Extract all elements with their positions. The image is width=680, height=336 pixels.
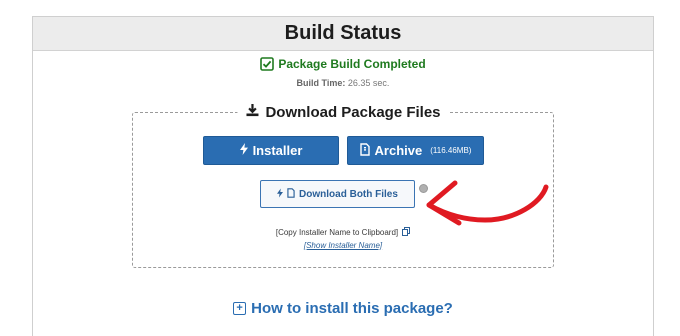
panel-header: Build Status	[33, 17, 653, 51]
download-legend-text: Download Package Files	[265, 103, 441, 121]
copy-installer-name-text: [Copy Installer Name to Clipboard]	[275, 228, 399, 237]
check-square-icon	[260, 57, 275, 71]
download-icon	[245, 103, 259, 121]
help-icon[interactable]	[419, 184, 428, 193]
download-both-button[interactable]: Download Both Files	[260, 180, 415, 208]
file-zip-icon	[287, 187, 295, 201]
installer-button-label: Installer	[252, 143, 303, 158]
bolt-icon	[239, 143, 248, 158]
build-time-value: 26.35 sec.	[347, 78, 390, 88]
file-zip-icon	[359, 142, 370, 159]
installer-button[interactable]: Installer	[203, 136, 339, 165]
build-status-message: Package Build Completed	[33, 57, 653, 71]
download-package-box: Download Package Files Installer Archive…	[132, 103, 554, 268]
build-time-label: Build Time:	[296, 78, 346, 88]
plus-square-icon: +	[233, 302, 247, 315]
status-text: Package Build Completed	[278, 57, 426, 71]
how-to-install-link[interactable]: + How to install this package?	[33, 300, 653, 317]
how-to-install-text: How to install this package?	[251, 300, 453, 317]
show-installer-name-link[interactable]: [Show Installer Name]	[133, 241, 553, 250]
page-title: Build Status	[284, 22, 402, 44]
archive-button[interactable]: Archive (116.46MB)	[347, 136, 484, 165]
download-legend: Download Package Files	[237, 103, 449, 121]
archive-size: (116.46MB)	[430, 146, 472, 155]
archive-button-label: Archive	[374, 143, 423, 158]
copy-icon	[402, 227, 411, 238]
build-time: Build Time: 26.35 sec.	[33, 78, 653, 88]
build-status-panel: Build Status Package Build Completed Bui…	[32, 16, 654, 336]
copy-installer-name-link[interactable]: [Copy Installer Name to Clipboard]	[133, 227, 553, 238]
download-both-label: Download Both Files	[299, 188, 398, 200]
bolt-icon	[277, 188, 284, 201]
